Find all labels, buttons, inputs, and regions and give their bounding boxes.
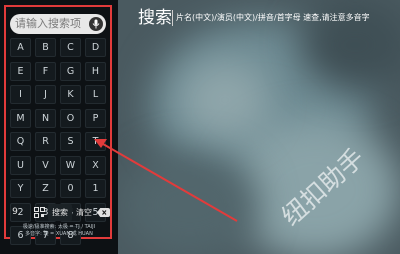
annotation-arrow <box>94 139 238 222</box>
